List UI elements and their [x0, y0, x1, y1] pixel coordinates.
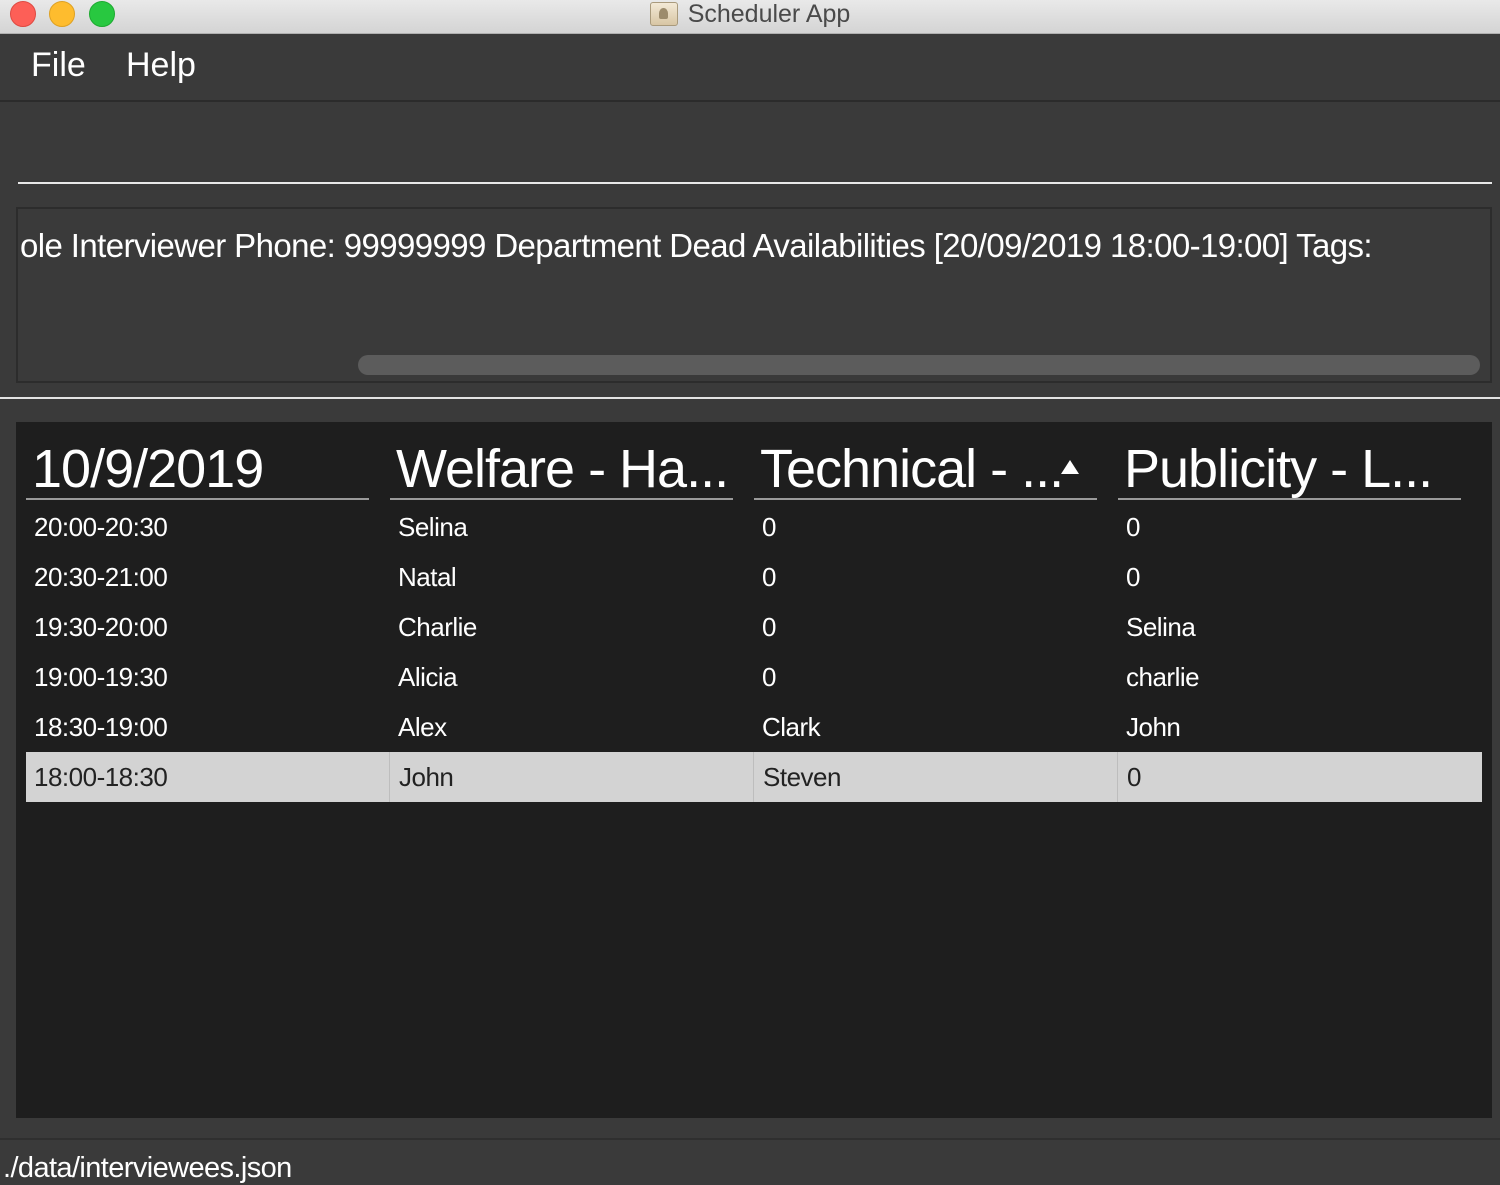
table-cell: 0 [762, 612, 776, 642]
table-cell: 0 [1126, 562, 1140, 592]
panel-divider[interactable] [0, 397, 1500, 399]
table-cell: charlie [1126, 662, 1200, 692]
window-title-group: Scheduler App [0, 0, 1500, 28]
schedule-table: 10/9/2019 Welfare - Ha... Technical - ..… [16, 422, 1492, 1118]
result-text: ole Interviewer Phone: 99999999 Departme… [20, 227, 1373, 264]
title-bar: Scheduler App [0, 0, 1500, 34]
column-header-date[interactable]: 10/9/2019 [26, 436, 369, 500]
table-cell: 0 [762, 662, 776, 692]
table-cell: Alex [398, 712, 447, 742]
table-cell: Selina [1126, 612, 1196, 642]
table-cell: Clark [762, 712, 821, 742]
table-cell: 0 [762, 512, 776, 542]
table-cell: Selina [398, 512, 468, 542]
column-header-technical[interactable]: Technical - ... [754, 436, 1097, 500]
table-row-selected[interactable]: 18:00-18:30 John Steven 0 [26, 752, 1482, 802]
table-cell: 0 [762, 562, 776, 592]
table-row[interactable]: 20:30-21:00 Natal 0 0 [26, 552, 1482, 602]
save-location-path: ./data/interviewees.json [3, 1152, 292, 1184]
status-bar: ./data/interviewees.json [0, 1138, 1500, 1184]
sort-ascending-icon [1061, 460, 1079, 474]
column-header-label: 10/9/2019 [32, 439, 264, 499]
table-header: 10/9/2019 Welfare - Ha... Technical - ..… [16, 422, 1492, 504]
table-row[interactable]: 18:30-19:00 Alex Clark John [26, 702, 1482, 752]
scrollbar-thumb[interactable] [358, 355, 1480, 375]
table-cell: Alicia [398, 662, 458, 692]
table-cell: John [389, 752, 753, 802]
table-cell: John [1126, 712, 1181, 742]
column-header-label: Technical - ... [760, 439, 1064, 499]
table-cell: 19:00-19:30 [34, 662, 168, 692]
table-body: 20:00-20:30 Selina 0 0 20:30-21:00 Natal… [26, 502, 1482, 802]
table-cell: 20:30-21:00 [34, 562, 168, 592]
table-cell: 0 [1117, 752, 1482, 802]
command-input[interactable] [26, 104, 1488, 184]
table-cell: Steven [753, 752, 1117, 802]
table-cell: 18:30-19:00 [34, 712, 168, 742]
table-row[interactable]: 19:00-19:30 Alicia 0 charlie [26, 652, 1482, 702]
table-row[interactable]: 19:30-20:00 Charlie 0 Selina [26, 602, 1482, 652]
table-row[interactable]: 20:00-20:30 Selina 0 0 [26, 502, 1482, 552]
menu-bar: File Help [0, 34, 1500, 102]
window-title: Scheduler App [687, 0, 851, 28]
table-cell: Charlie [398, 612, 477, 642]
table-cell: 20:00-20:30 [34, 512, 168, 542]
table-cell: 19:30-20:00 [34, 612, 168, 642]
column-header-welfare[interactable]: Welfare - Ha... [390, 436, 733, 500]
command-box [18, 104, 1492, 184]
table-cell: 18:00-18:30 [34, 762, 168, 792]
column-header-label: Welfare - Ha... [396, 439, 729, 499]
table-cell: 0 [1126, 512, 1140, 542]
menu-help[interactable]: Help [126, 46, 196, 85]
column-header-label: Publicity - L... [1124, 439, 1433, 499]
table-cell: Natal [398, 562, 457, 592]
column-header-publicity[interactable]: Publicity - L... [1118, 436, 1461, 500]
menu-file[interactable]: File [31, 46, 86, 85]
result-horizontal-scrollbar[interactable] [358, 355, 1480, 375]
contacts-app-icon [649, 2, 678, 26]
result-display: ole Interviewer Phone: 99999999 Departme… [16, 207, 1492, 383]
